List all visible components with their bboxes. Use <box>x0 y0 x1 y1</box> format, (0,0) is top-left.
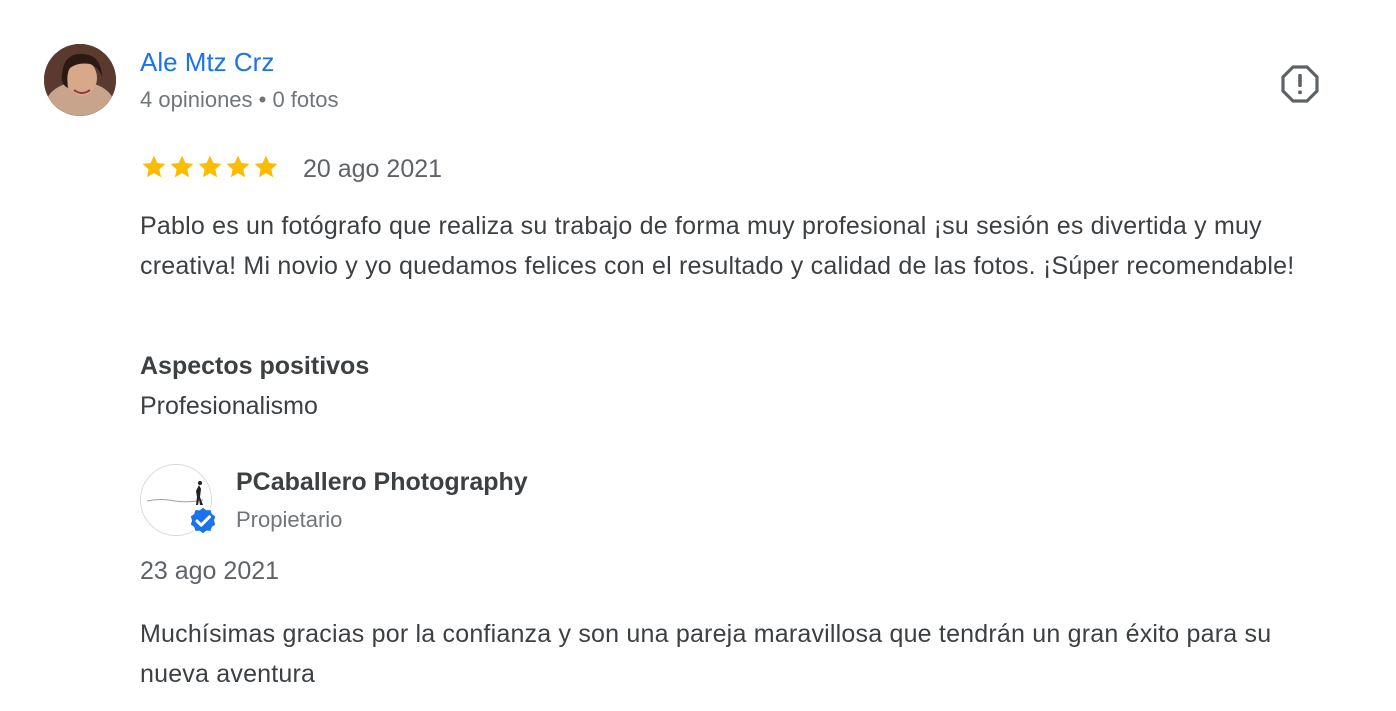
reply-date: 23 ago 2021 <box>140 557 280 585</box>
star-icon <box>226 155 250 178</box>
star-icon <box>254 155 278 178</box>
aspects-value: Profesionalismo <box>140 392 318 420</box>
star-icon <box>142 155 166 178</box>
reviewer-stats: 4 opiniones • 0 fotos <box>140 87 339 112</box>
report-flag-icon[interactable] <box>1280 64 1320 104</box>
owner-role: Propietario <box>236 507 343 532</box>
star-icon <box>170 155 194 178</box>
review-date: 20 ago 2021 <box>303 155 443 183</box>
star-icon <box>198 155 222 178</box>
reply-text: Muchísimas gracias por la confianza y so… <box>140 620 1272 688</box>
owner-name: PCaballero Photography <box>236 468 528 496</box>
reviewer-avatar[interactable] <box>44 44 116 116</box>
rating-stars <box>140 153 280 181</box>
verified-check-icon <box>187 505 219 537</box>
aspects-title: Aspectos positivos <box>140 352 370 380</box>
reviewer-name-link[interactable]: Ale Mtz Crz <box>140 46 274 78</box>
review-text: Pablo es un fotógrafo que realiza su tra… <box>140 212 1295 280</box>
